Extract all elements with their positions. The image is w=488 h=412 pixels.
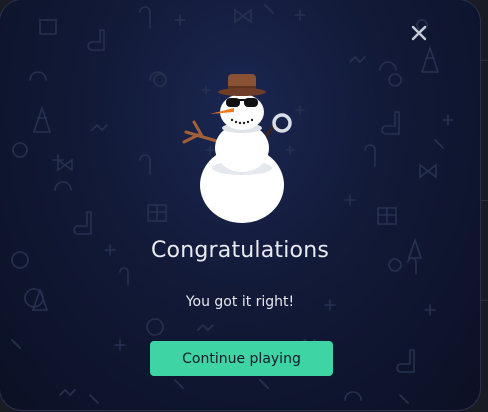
snowman-illustration <box>182 74 292 223</box>
continue-playing-button[interactable]: Continue playing <box>150 341 333 376</box>
modal-title: Congratulations <box>150 238 330 263</box>
result-message: You got it right! <box>185 294 295 310</box>
congratulations-modal: Congratulations You got it right! Contin… <box>0 0 480 410</box>
close-icon[interactable] <box>408 22 430 44</box>
